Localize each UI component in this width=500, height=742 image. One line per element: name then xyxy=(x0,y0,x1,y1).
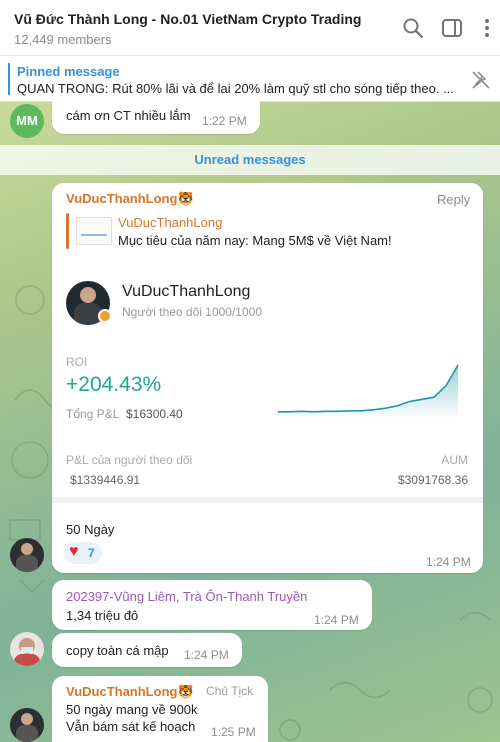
sender-name[interactable]: 202397-Vũng Liêm, Trà Ôn-Thanh Truyền xyxy=(66,589,307,604)
sidebar-icon[interactable] xyxy=(440,16,464,40)
aum-value: $3091768.36 xyxy=(397,473,468,487)
message-text: 50 Ngày xyxy=(66,522,115,537)
message-bubble[interactable]: 202397-Vũng Liêm, Trà Ôn-Thanh Truyền 1,… xyxy=(52,580,372,630)
message-bubble[interactable]: VuDucThanhLong🐯 Reply VuDucThanhLong Mục… xyxy=(52,183,483,573)
pnl-value: $16300.40 xyxy=(126,407,183,421)
admin-badge: Chủ Tịck xyxy=(206,684,254,698)
pinned-label: Pinned message xyxy=(17,64,120,79)
chat-title[interactable]: Vũ Đức Thành Long - No.01 VietNam Crypto… xyxy=(14,11,361,27)
roi-label: ROI xyxy=(66,355,88,369)
roi-chart xyxy=(278,364,459,417)
avatar[interactable] xyxy=(10,708,44,742)
roi-value: +204.43% xyxy=(66,373,162,396)
reaction-count: 7 xyxy=(88,546,95,560)
avatar[interactable] xyxy=(10,538,44,572)
trader-followers: Người theo dõi 1000/1000 xyxy=(122,305,263,319)
sender-name[interactable]: VuDucThanhLong🐯 xyxy=(66,684,194,700)
message-text: 1,34 triệu đô xyxy=(66,608,139,623)
message-bubble[interactable]: VuDucThanhLong🐯 Chủ Tịck 50 ngày mang về… xyxy=(52,676,268,742)
follower-pnl-value: $1339446.91 xyxy=(70,473,141,487)
unread-divider: Unread messages xyxy=(0,145,500,175)
aum-label: AUM xyxy=(441,453,468,467)
message-bubble[interactable]: copy toàn cá mập 1:24 PM xyxy=(52,633,242,667)
pinned-bar xyxy=(8,63,10,95)
message-time: 1:24 PM xyxy=(314,613,359,627)
member-count: 12,449 members xyxy=(14,32,112,47)
quote-text: Mục tiêu của năm nay: Mang 5M$ về Việt N… xyxy=(118,233,392,248)
pin-icon[interactable] xyxy=(470,69,492,91)
search-icon[interactable] xyxy=(401,16,425,40)
roi-area xyxy=(278,365,458,417)
verified-badge-icon xyxy=(98,309,112,323)
message-text: cám ơn CT nhiều lắm xyxy=(66,108,191,123)
message-text: 50 ngày mang về 900k xyxy=(66,702,198,717)
reply-quote[interactable]: VuDucThanhLong Mục tiêu của năm nay: Man… xyxy=(66,213,470,251)
message-time: 1:25 PM xyxy=(211,725,256,739)
more-icon[interactable] xyxy=(475,16,499,40)
quote-sender: VuDucThanhLong xyxy=(118,215,223,230)
message-time: 1:22 PM xyxy=(202,114,247,128)
message-text: Vẫn bám sát kế hoạch xyxy=(66,719,196,734)
message-bubble[interactable]: cám ơn CT nhiều lắm 1:22 PM xyxy=(52,94,260,134)
avatar[interactable] xyxy=(10,632,44,666)
quote-bar xyxy=(66,213,69,249)
trader-name: VuDucThanhLong xyxy=(122,283,251,300)
pnl-label: Tổng P&L xyxy=(66,407,120,421)
message-text: copy toàn cá mập xyxy=(66,643,169,658)
chat-header: Vũ Đức Thành Long - No.01 VietNam Crypto… xyxy=(0,0,500,56)
card-divider xyxy=(52,497,483,503)
reaction-heart[interactable]: ♥ 7 xyxy=(64,542,102,564)
follower-pnl-label: P&L của người theo dõi xyxy=(66,453,193,467)
quote-thumbnail xyxy=(76,217,112,245)
sender-name[interactable]: VuDucThanhLong🐯 xyxy=(66,191,194,207)
avatar[interactable]: MM xyxy=(10,104,44,138)
message-time: 1:24 PM xyxy=(426,555,471,569)
reply-button[interactable]: Reply xyxy=(437,192,470,207)
heart-icon: ♥ xyxy=(69,543,79,560)
message-time: 1:24 PM xyxy=(184,648,229,662)
trader-card[interactable]: VuDucThanhLong Người theo dõi 1000/1000 … xyxy=(52,265,483,503)
